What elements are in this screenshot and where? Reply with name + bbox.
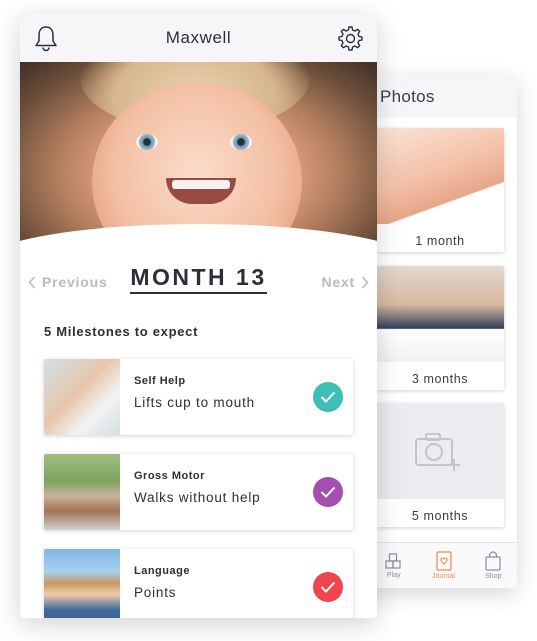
milestone-text: Points	[134, 585, 177, 600]
milestone-category: Self Help	[134, 375, 186, 387]
photo-label: 5 months	[411, 509, 469, 523]
photos-screen: Photos 1 month 3 months 5 months Play Jo…	[364, 76, 517, 588]
month-navigator: Previous MONTH 13 Next	[20, 262, 377, 316]
tab-label: Journal	[432, 573, 455, 580]
bell-icon[interactable]	[33, 25, 59, 52]
photos-title: Photos	[380, 87, 435, 106]
baby-photo	[376, 128, 504, 224]
add-photo-camera-icon	[415, 433, 460, 471]
photo-card-5-months[interactable]: 5 months	[376, 403, 504, 527]
photo-label: 3 months	[411, 372, 469, 386]
checkmark-button[interactable]	[313, 477, 343, 507]
bottom-tab-bar: Play Journal Shop	[364, 542, 517, 588]
journal-icon	[435, 551, 452, 571]
milestones-heading: 5 Milestones to expect	[44, 324, 199, 339]
checkmark-button[interactable]	[313, 572, 343, 602]
child-hero-photo	[20, 62, 377, 262]
photo-label: 1 month	[415, 234, 465, 248]
tab-label: Play	[386, 572, 401, 579]
milestone-card-self-help[interactable]: Self Help Lifts cup to mouth	[44, 359, 353, 435]
chevron-right-icon	[361, 275, 369, 289]
child-name: Maxwell	[165, 28, 232, 47]
blocks-icon	[385, 553, 401, 569]
month-screen: Maxwell Previous MONTH 13 Next 5 Milesto…	[20, 14, 377, 618]
milestone-photo	[44, 454, 120, 530]
milestone-text: Lifts cup to mouth	[134, 395, 255, 410]
checkmark-icon	[320, 391, 336, 403]
next-month-button[interactable]: Next	[321, 274, 369, 290]
checkmark-icon	[320, 486, 336, 498]
empty-photo-slot[interactable]	[376, 403, 504, 499]
bag-icon	[485, 551, 501, 571]
baby-photo	[376, 266, 504, 362]
checkmark-icon	[320, 581, 336, 593]
checkmark-button[interactable]	[313, 382, 343, 412]
milestone-card-gross-motor[interactable]: Gross Motor Walks without help	[44, 454, 353, 530]
milestone-category: Language	[134, 565, 190, 577]
tab-label: Shop	[485, 573, 502, 580]
milestone-photo	[44, 549, 120, 618]
tab-play[interactable]: Play	[385, 552, 403, 579]
milestone-card-language[interactable]: Language Points	[44, 549, 353, 618]
next-label: Next	[321, 274, 355, 290]
tab-shop[interactable]: Shop	[484, 551, 502, 580]
profile-header: Maxwell	[20, 14, 377, 62]
tab-journal[interactable]: Journal	[432, 551, 455, 580]
photo-card-3-months[interactable]: 3 months	[376, 266, 504, 390]
milestone-category: Gross Motor	[134, 470, 205, 482]
photos-header: Photos	[364, 76, 517, 118]
milestone-photo	[44, 359, 120, 435]
gear-icon[interactable]	[337, 25, 364, 52]
photo-card-1-month[interactable]: 1 month	[376, 128, 504, 252]
milestone-text: Walks without help	[134, 490, 261, 505]
